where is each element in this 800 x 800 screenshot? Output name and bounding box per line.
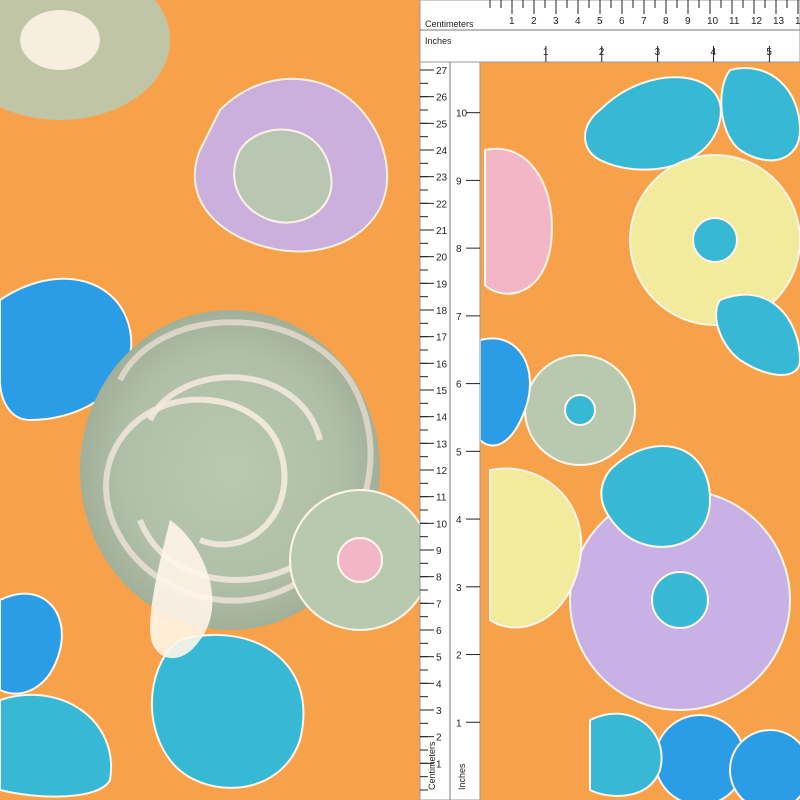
left-cm-number: 2 bbox=[436, 733, 442, 744]
ruler-top-secondary-label: Inches bbox=[425, 36, 452, 46]
top-cm-number: 6 bbox=[619, 16, 625, 27]
left-cm-number: 25 bbox=[436, 119, 448, 130]
top-cm-number: 11 bbox=[729, 16, 740, 27]
left-cm-number: 27 bbox=[436, 66, 448, 77]
left-inch-number: 10 bbox=[456, 109, 468, 120]
left-cm-number: 4 bbox=[436, 679, 442, 690]
left-inch-number: 9 bbox=[456, 176, 462, 187]
left-cm-number: 11 bbox=[436, 493, 447, 504]
top-cm-number: 10 bbox=[707, 16, 719, 27]
left-inch-number: 7 bbox=[456, 312, 462, 323]
left-cm-number: 19 bbox=[436, 279, 448, 290]
left-cm-number: 24 bbox=[436, 146, 448, 157]
left-cm-number: 1 bbox=[436, 759, 442, 770]
ruler-left bbox=[419, 61, 481, 800]
flower-sage-right bbox=[289, 489, 420, 631]
left-cm-number: 17 bbox=[436, 333, 448, 344]
top-inch-number: 4 bbox=[711, 47, 717, 58]
left-cm-number: 22 bbox=[436, 199, 448, 210]
left-cm-number: 5 bbox=[436, 653, 442, 664]
ruler-top-primary-label: Centimeters bbox=[425, 19, 474, 29]
left-cm-number: 3 bbox=[436, 706, 442, 717]
left-cm-number: 10 bbox=[436, 519, 448, 530]
flat-fabric-panel bbox=[480, 62, 800, 800]
left-cm-number: 6 bbox=[436, 626, 442, 637]
left-inch-number: 4 bbox=[456, 515, 462, 526]
top-cm-number: 13 bbox=[773, 16, 785, 27]
left-inch-number: 3 bbox=[456, 583, 462, 594]
top-inch-number: 3 bbox=[655, 47, 661, 58]
left-cm-number: 9 bbox=[436, 546, 442, 557]
ruler-left-secondary-label: Inches bbox=[457, 763, 467, 790]
left-cm-number: 26 bbox=[436, 93, 448, 104]
left-inch-number: 8 bbox=[456, 244, 462, 255]
left-cm-number: 20 bbox=[436, 253, 448, 264]
top-cm-number: 14 bbox=[795, 16, 800, 27]
top-cm-number: 3 bbox=[553, 16, 559, 27]
flower-pale-yellow bbox=[629, 154, 800, 326]
top-inch-number: 2 bbox=[599, 47, 605, 58]
left-cm-number: 14 bbox=[436, 413, 448, 424]
left-inch-number: 6 bbox=[456, 380, 462, 391]
top-cm-number: 5 bbox=[597, 16, 603, 27]
left-cm-number: 7 bbox=[436, 599, 442, 610]
left-cm-number: 16 bbox=[436, 359, 448, 370]
left-cm-number: 21 bbox=[436, 226, 448, 237]
top-inch-number: 5 bbox=[766, 47, 772, 58]
top-cm-number: 1 bbox=[509, 16, 515, 27]
left-cm-number: 12 bbox=[436, 466, 448, 477]
fabric-scene: Centimeters Inches Centimeters Inches 12… bbox=[0, 0, 800, 800]
top-cm-number: 2 bbox=[531, 16, 537, 27]
top-inch-number: 1 bbox=[543, 47, 549, 58]
top-cm-number: 9 bbox=[685, 16, 691, 27]
top-cm-number: 12 bbox=[751, 16, 763, 27]
top-cm-number: 7 bbox=[641, 16, 647, 27]
left-cm-number: 13 bbox=[436, 439, 448, 450]
left-inch-number: 5 bbox=[456, 447, 462, 458]
flower-sage-center bbox=[524, 354, 636, 466]
left-cm-number: 15 bbox=[436, 386, 448, 397]
left-cm-number: 23 bbox=[436, 173, 448, 184]
left-cm-number: 18 bbox=[436, 306, 448, 317]
left-cm-number: 8 bbox=[436, 573, 442, 584]
left-inch-number: 1 bbox=[456, 718, 462, 729]
ruler-top bbox=[419, 0, 800, 63]
left-inch-number: 2 bbox=[456, 651, 462, 662]
top-cm-number: 8 bbox=[663, 16, 669, 27]
product-image-stage: Centimeters Inches Centimeters Inches 12… bbox=[0, 0, 800, 800]
swirled-fabric-panel bbox=[0, 0, 420, 800]
top-cm-number: 4 bbox=[575, 16, 581, 27]
